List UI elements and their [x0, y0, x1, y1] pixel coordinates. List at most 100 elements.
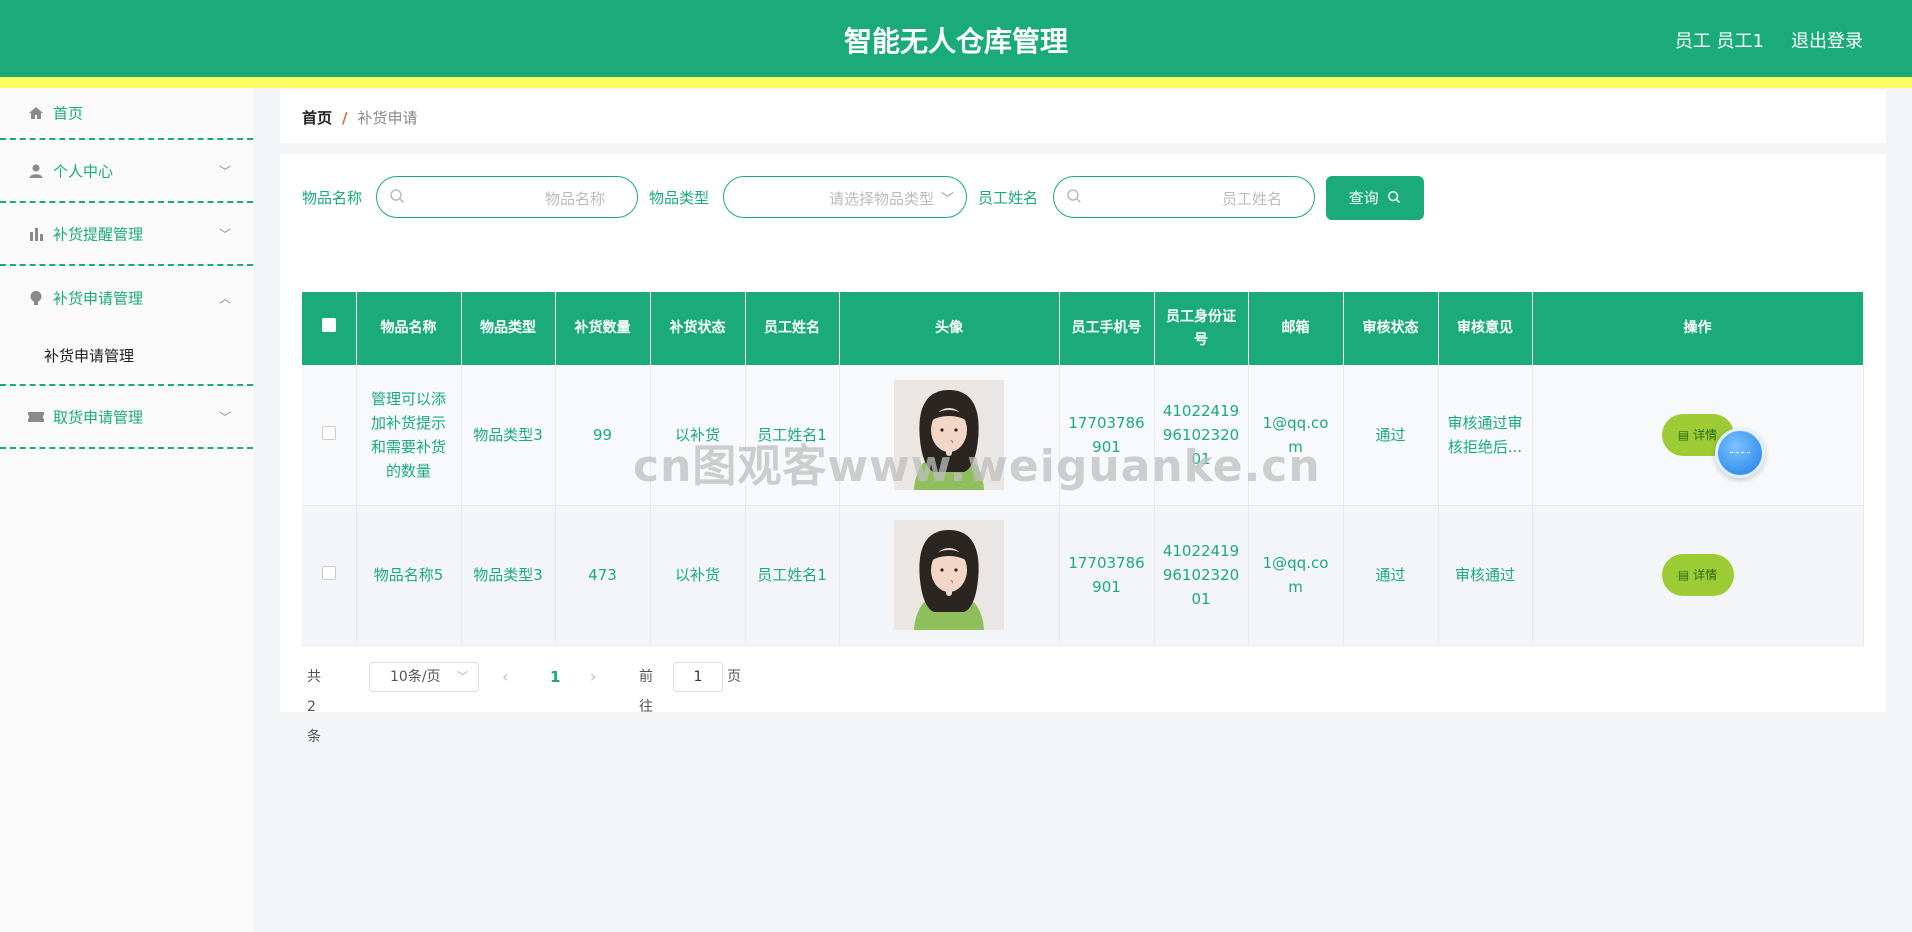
item-type-label: 物品类型 — [649, 189, 710, 207]
goto-page-input[interactable]: 1 — [673, 662, 723, 692]
query-button-label: 查询 — [1348, 189, 1379, 207]
sidebar-item-label: 补货申请管理 — [53, 289, 144, 307]
sidebar-item-label: 取货申请管理 — [53, 408, 144, 426]
item-name-cell: 管理可以添加补货提示和需要补货的数量 — [356, 365, 462, 506]
staff-name-cell: 员工姓名1 — [745, 505, 840, 646]
row-checkbox[interactable] — [321, 425, 336, 440]
search-icon — [1067, 189, 1082, 204]
sidebar-item-restock-reminder[interactable]: 补货提醒管理 ﹀ — [0, 203, 253, 266]
sidebar-item-label: 首页 — [53, 104, 84, 123]
staff-name-label: 员工姓名 — [978, 189, 1039, 207]
chevron-down-icon: ﹀ — [218, 410, 231, 424]
page-size-select[interactable]: 10条/页 ﹀ — [369, 662, 479, 692]
column-header: 员工姓名 — [745, 292, 840, 365]
breadcrumb-current: 补货申请 — [357, 109, 418, 127]
app-title: 智能无人仓库管理 — [843, 25, 1068, 58]
search-icon — [1388, 191, 1401, 204]
document-icon: ▤ — [1677, 427, 1694, 442]
sidebar-item-label: 补货提醒管理 — [53, 225, 144, 243]
query-button[interactable]: 查询 — [1326, 176, 1424, 220]
ticket-icon — [27, 408, 45, 426]
row-select-cell[interactable] — [302, 505, 357, 646]
restock-status-cell: 以补货 — [650, 365, 746, 506]
restock-apply-table: 物品名称 物品类型 补货数量 补货状态 员工姓名 头像 员工手机号 员工身份证号… — [302, 292, 1864, 646]
column-header: 员工身份证号 — [1154, 292, 1249, 365]
quantity-cell: 473 — [555, 505, 651, 646]
audit-status-cell: 通过 — [1343, 505, 1439, 646]
chevron-up-icon: ︿ — [218, 291, 231, 305]
breadcrumb: 首页 / 补货申请 — [302, 107, 418, 128]
pagination-total: 共 2 条 — [307, 669, 321, 745]
bar-chart-icon — [27, 225, 45, 243]
audit-opinion-cell: 审核通过 — [1438, 505, 1533, 646]
quantity-cell: 99 — [555, 365, 651, 506]
avatar — [894, 379, 1004, 490]
logout-link[interactable]: 退出登录 — [1791, 27, 1863, 53]
row-select-cell[interactable] — [302, 365, 357, 506]
document-icon: ▤ — [1677, 568, 1694, 582]
sidebar-item-home[interactable]: 首页 — [0, 88, 253, 140]
breadcrumb-card: 首页 / 补货申请 — [280, 90, 1886, 143]
sidebar-item-personal[interactable]: 个人中心 ﹀ — [0, 140, 253, 203]
detail-button-label: 详情 — [1693, 427, 1718, 442]
item-type-placeholder: 请选择物品类型 — [828, 190, 934, 208]
page-size-value: 10条/页 — [390, 669, 441, 685]
row-checkbox[interactable] — [321, 566, 336, 580]
avatar — [894, 520, 1004, 630]
phone-cell: 17703786901 — [1059, 365, 1155, 506]
column-header: 补货数量 — [555, 292, 651, 365]
avatar-cell — [839, 505, 1060, 646]
sidebar-subitem-restock-apply[interactable]: 补货申请管理 — [0, 329, 253, 384]
item-name-input[interactable]: 物品名称 — [376, 176, 638, 218]
page-number[interactable]: 1 — [550, 662, 560, 692]
avatar-cell — [839, 365, 1060, 506]
item-type-cell: 物品类型3 — [461, 505, 556, 646]
breadcrumb-separator: / — [342, 109, 348, 127]
action-cell: ▤ 详情 — [1532, 365, 1864, 506]
table-row: 管理可以添加补货提示和需要补货的数量 物品类型3 99 以补货 员工姓名1 17… — [302, 365, 1864, 506]
dash-icon — [1730, 452, 1750, 453]
table-header-row: 物品名称 物品类型 补货数量 补货状态 员工姓名 头像 员工手机号 员工身份证号… — [302, 292, 1864, 365]
phone-cell: 17703786901 — [1059, 505, 1155, 646]
table-row: 物品名称5 物品类型3 473 以补货 员工姓名1 17703786901 41… — [302, 505, 1864, 646]
chevron-down-icon: ﹀ — [457, 670, 468, 683]
detail-button[interactable]: ▤ 详情 — [1661, 554, 1734, 596]
column-header: 补货状态 — [650, 292, 746, 365]
item-name-cell: 物品名称5 — [356, 505, 462, 646]
item-name-label: 物品名称 — [302, 189, 363, 207]
next-page-button[interactable]: › — [590, 662, 596, 692]
header-stripe — [0, 77, 1912, 88]
column-header: 员工手机号 — [1059, 292, 1155, 365]
page-suffix: 页 — [727, 669, 741, 685]
column-header: 邮箱 — [1248, 292, 1344, 365]
email-cell: 1@qq.com — [1248, 365, 1344, 506]
select-all-checkbox[interactable] — [321, 318, 336, 333]
breadcrumb-home[interactable]: 首页 — [302, 109, 332, 127]
home-icon — [27, 104, 45, 122]
sidebar-group-restock-apply: 补货申请管理 ︿ 补货申请管理 — [0, 266, 253, 386]
idcard-cell: 410224199610232001 — [1154, 505, 1249, 646]
chevron-down-icon: ﹀ — [218, 164, 231, 178]
item-type-cell: 物品类型3 — [461, 365, 556, 506]
column-header: 操作 — [1532, 292, 1864, 365]
main-card: 物品名称 物品名称 物品类型 请选择物品类型 ﹀ 员工姓名 员工姓名 查询 物品… — [280, 154, 1886, 745]
column-header: 审核意见 — [1438, 292, 1533, 365]
floating-assistant-button[interactable] — [1715, 428, 1765, 478]
sidebar-item-pickup-apply[interactable]: 取货申请管理 ﹀ — [0, 386, 253, 449]
email-cell: 1@qq.com — [1248, 505, 1344, 646]
action-cell: ▤ 详情 — [1532, 505, 1864, 646]
item-type-select[interactable]: 请选择物品类型 ﹀ — [723, 176, 967, 218]
sidebar-item-restock-apply[interactable]: 补货申请管理 ︿ — [0, 266, 253, 329]
sidebar: 首页 个人中心 ﹀ 补货提醒管理 ﹀ 补货申请管理 ︿ 补货申请管理 取货申请管… — [0, 88, 253, 932]
item-name-placeholder: 物品名称 — [544, 190, 605, 208]
column-header: 头像 — [839, 292, 1060, 365]
column-header: 物品类型 — [461, 292, 556, 365]
goto-label: 前往 — [639, 669, 653, 715]
prev-page-button[interactable]: ‹ — [502, 662, 508, 692]
chevron-down-icon: ﹀ — [940, 192, 954, 207]
select-all-cell[interactable] — [302, 292, 357, 365]
restock-status-cell: 以补货 — [650, 505, 746, 646]
detail-button-label: 详情 — [1693, 568, 1718, 582]
app-header: 智能无人仓库管理 员工 员工1 退出登录 — [0, 0, 1912, 77]
staff-name-input[interactable]: 员工姓名 — [1053, 176, 1315, 218]
